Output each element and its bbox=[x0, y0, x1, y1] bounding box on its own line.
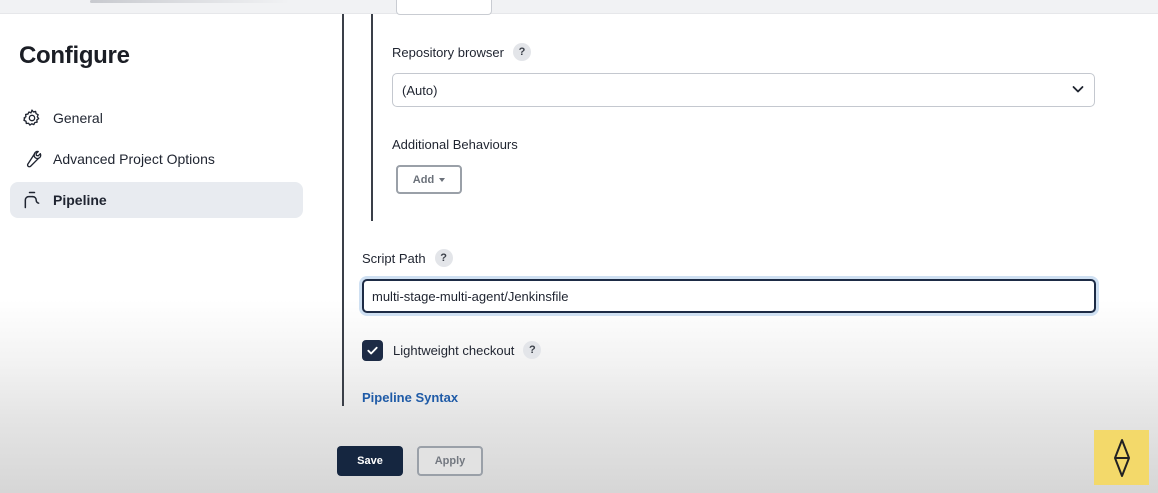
save-button[interactable]: Save bbox=[337, 446, 403, 476]
repository-browser-value: (Auto) bbox=[402, 82, 438, 98]
sidebar-item-general[interactable]: General bbox=[10, 100, 303, 136]
script-path-input[interactable]: multi-stage-multi-agent/Jenkinsfile bbox=[362, 279, 1096, 313]
script-path-label: Script Path bbox=[362, 250, 426, 266]
pipeline-icon bbox=[21, 189, 43, 211]
sidebar-item-advanced-project-options[interactable]: Advanced Project Options bbox=[10, 141, 303, 177]
lightweight-checkout-label: Lightweight checkout bbox=[393, 342, 515, 358]
repository-browser-label-row: Repository browser ? bbox=[392, 43, 531, 61]
brand-logo bbox=[1094, 430, 1149, 485]
chevron-down-icon bbox=[1071, 82, 1085, 99]
top-bar-fade bbox=[90, 0, 290, 3]
sidebar-item-pipeline[interactable]: Pipeline bbox=[10, 182, 303, 218]
caret-down-icon bbox=[439, 177, 446, 182]
compass-logo-icon bbox=[1113, 438, 1130, 477]
lightweight-checkout-label-row: Lightweight checkout ? bbox=[393, 341, 542, 359]
help-icon[interactable]: ? bbox=[513, 43, 531, 61]
wrench-icon bbox=[21, 148, 43, 170]
sidebar-item-label: Pipeline bbox=[53, 192, 107, 208]
previous-field-bottom bbox=[396, 0, 492, 15]
pipeline-syntax-link[interactable]: Pipeline Syntax bbox=[362, 390, 458, 405]
page-title: Configure bbox=[19, 42, 130, 69]
sidebar-item-label: Advanced Project Options bbox=[53, 151, 215, 167]
top-bar bbox=[0, 0, 1158, 15]
checkmark-icon bbox=[367, 346, 378, 355]
lightweight-checkout-checkbox[interactable] bbox=[362, 340, 383, 361]
add-behaviour-button[interactable]: Add bbox=[396, 165, 462, 194]
script-path-value: multi-stage-multi-agent/Jenkinsfile bbox=[372, 288, 569, 304]
subsection-divider bbox=[371, 14, 373, 221]
section-divider bbox=[342, 14, 344, 406]
help-icon[interactable]: ? bbox=[523, 341, 542, 359]
script-path-label-row: Script Path ? bbox=[362, 249, 453, 267]
repository-browser-select[interactable]: (Auto) bbox=[392, 73, 1095, 107]
additional-behaviours-label: Additional Behaviours bbox=[392, 137, 518, 152]
apply-button[interactable]: Apply bbox=[417, 446, 483, 476]
help-icon[interactable]: ? bbox=[434, 249, 453, 267]
repository-browser-label: Repository browser bbox=[392, 44, 504, 60]
sidebar-item-label: General bbox=[53, 110, 103, 126]
gear-icon bbox=[21, 107, 43, 129]
add-button-label: Add bbox=[412, 173, 435, 186]
